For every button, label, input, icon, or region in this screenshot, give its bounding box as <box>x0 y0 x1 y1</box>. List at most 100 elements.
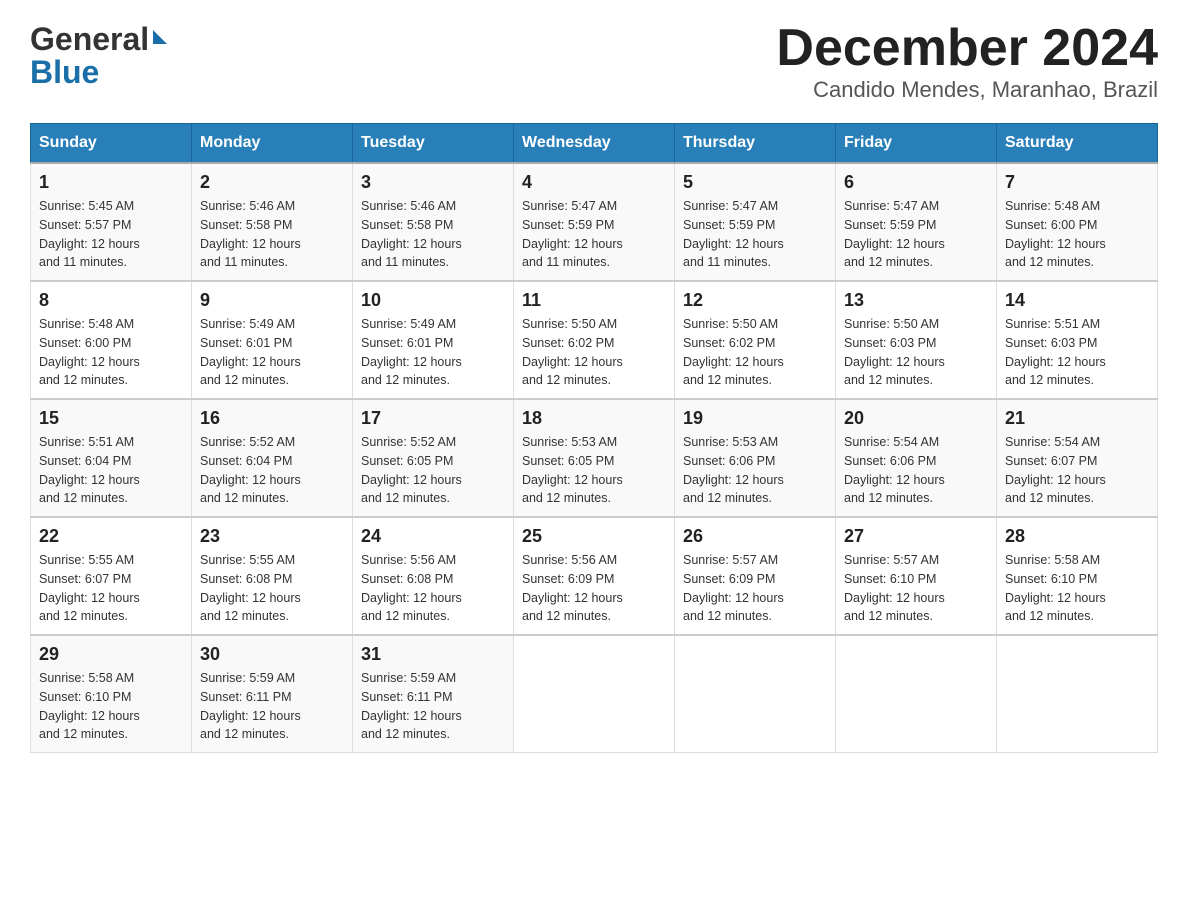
calendar-cell: 11 Sunrise: 5:50 AMSunset: 6:02 PMDaylig… <box>514 281 675 399</box>
calendar-cell: 2 Sunrise: 5:46 AMSunset: 5:58 PMDayligh… <box>192 163 353 281</box>
day-number: 16 <box>200 408 344 429</box>
day-info: Sunrise: 5:56 AMSunset: 6:08 PMDaylight:… <box>361 553 462 623</box>
calendar-cell: 7 Sunrise: 5:48 AMSunset: 6:00 PMDayligh… <box>997 163 1158 281</box>
day-info: Sunrise: 5:49 AMSunset: 6:01 PMDaylight:… <box>361 317 462 387</box>
calendar-cell <box>997 635 1158 753</box>
month-year-title: December 2024 <box>776 20 1158 77</box>
logo-blue-text: Blue <box>30 58 167 87</box>
day-number: 14 <box>1005 290 1149 311</box>
header-saturday: Saturday <box>997 124 1158 164</box>
calendar-cell: 10 Sunrise: 5:49 AMSunset: 6:01 PMDaylig… <box>353 281 514 399</box>
day-number: 28 <box>1005 526 1149 547</box>
calendar-cell: 14 Sunrise: 5:51 AMSunset: 6:03 PMDaylig… <box>997 281 1158 399</box>
calendar-cell: 20 Sunrise: 5:54 AMSunset: 6:06 PMDaylig… <box>836 399 997 517</box>
day-number: 12 <box>683 290 827 311</box>
calendar-cell: 22 Sunrise: 5:55 AMSunset: 6:07 PMDaylig… <box>31 517 192 635</box>
day-info: Sunrise: 5:59 AMSunset: 6:11 PMDaylight:… <box>361 671 462 741</box>
logo-general-text: General <box>30 20 149 58</box>
day-number: 24 <box>361 526 505 547</box>
day-number: 17 <box>361 408 505 429</box>
day-number: 18 <box>522 408 666 429</box>
header-thursday: Thursday <box>675 124 836 164</box>
day-info: Sunrise: 5:58 AMSunset: 6:10 PMDaylight:… <box>39 671 140 741</box>
day-number: 7 <box>1005 172 1149 193</box>
day-number: 13 <box>844 290 988 311</box>
week-row-3: 15 Sunrise: 5:51 AMSunset: 6:04 PMDaylig… <box>31 399 1158 517</box>
page-header: General Blue December 2024 Candido Mende… <box>30 20 1158 103</box>
calendar-cell: 19 Sunrise: 5:53 AMSunset: 6:06 PMDaylig… <box>675 399 836 517</box>
day-info: Sunrise: 5:58 AMSunset: 6:10 PMDaylight:… <box>1005 553 1106 623</box>
day-info: Sunrise: 5:52 AMSunset: 6:04 PMDaylight:… <box>200 435 301 505</box>
calendar-cell: 8 Sunrise: 5:48 AMSunset: 6:00 PMDayligh… <box>31 281 192 399</box>
calendar-cell: 31 Sunrise: 5:59 AMSunset: 6:11 PMDaylig… <box>353 635 514 753</box>
day-info: Sunrise: 5:54 AMSunset: 6:07 PMDaylight:… <box>1005 435 1106 505</box>
day-number: 19 <box>683 408 827 429</box>
day-info: Sunrise: 5:50 AMSunset: 6:02 PMDaylight:… <box>683 317 784 387</box>
day-number: 22 <box>39 526 183 547</box>
day-number: 31 <box>361 644 505 665</box>
location-subtitle: Candido Mendes, Maranhao, Brazil <box>776 77 1158 103</box>
calendar-cell: 24 Sunrise: 5:56 AMSunset: 6:08 PMDaylig… <box>353 517 514 635</box>
day-info: Sunrise: 5:49 AMSunset: 6:01 PMDaylight:… <box>200 317 301 387</box>
day-info: Sunrise: 5:55 AMSunset: 6:07 PMDaylight:… <box>39 553 140 623</box>
day-number: 23 <box>200 526 344 547</box>
calendar-cell <box>514 635 675 753</box>
day-info: Sunrise: 5:57 AMSunset: 6:10 PMDaylight:… <box>844 553 945 623</box>
header-wednesday: Wednesday <box>514 124 675 164</box>
calendar-cell: 6 Sunrise: 5:47 AMSunset: 5:59 PMDayligh… <box>836 163 997 281</box>
header-monday: Monday <box>192 124 353 164</box>
calendar-cell: 23 Sunrise: 5:55 AMSunset: 6:08 PMDaylig… <box>192 517 353 635</box>
day-info: Sunrise: 5:46 AMSunset: 5:58 PMDaylight:… <box>200 199 301 269</box>
day-number: 25 <box>522 526 666 547</box>
day-number: 1 <box>39 172 183 193</box>
week-row-1: 1 Sunrise: 5:45 AMSunset: 5:57 PMDayligh… <box>31 163 1158 281</box>
calendar-cell: 28 Sunrise: 5:58 AMSunset: 6:10 PMDaylig… <box>997 517 1158 635</box>
day-info: Sunrise: 5:51 AMSunset: 6:03 PMDaylight:… <box>1005 317 1106 387</box>
day-info: Sunrise: 5:59 AMSunset: 6:11 PMDaylight:… <box>200 671 301 741</box>
day-info: Sunrise: 5:51 AMSunset: 6:04 PMDaylight:… <box>39 435 140 505</box>
calendar-cell: 15 Sunrise: 5:51 AMSunset: 6:04 PMDaylig… <box>31 399 192 517</box>
day-number: 6 <box>844 172 988 193</box>
day-info: Sunrise: 5:47 AMSunset: 5:59 PMDaylight:… <box>683 199 784 269</box>
header-friday: Friday <box>836 124 997 164</box>
day-info: Sunrise: 5:50 AMSunset: 6:02 PMDaylight:… <box>522 317 623 387</box>
day-info: Sunrise: 5:50 AMSunset: 6:03 PMDaylight:… <box>844 317 945 387</box>
day-number: 29 <box>39 644 183 665</box>
header-sunday: Sunday <box>31 124 192 164</box>
calendar-cell <box>675 635 836 753</box>
calendar-cell: 18 Sunrise: 5:53 AMSunset: 6:05 PMDaylig… <box>514 399 675 517</box>
day-number: 20 <box>844 408 988 429</box>
day-number: 9 <box>200 290 344 311</box>
week-row-4: 22 Sunrise: 5:55 AMSunset: 6:07 PMDaylig… <box>31 517 1158 635</box>
calendar-cell: 26 Sunrise: 5:57 AMSunset: 6:09 PMDaylig… <box>675 517 836 635</box>
day-number: 30 <box>200 644 344 665</box>
logo-arrow-icon <box>153 30 167 44</box>
calendar-cell: 27 Sunrise: 5:57 AMSunset: 6:10 PMDaylig… <box>836 517 997 635</box>
day-number: 3 <box>361 172 505 193</box>
day-number: 4 <box>522 172 666 193</box>
day-number: 26 <box>683 526 827 547</box>
day-info: Sunrise: 5:52 AMSunset: 6:05 PMDaylight:… <box>361 435 462 505</box>
calendar-cell: 12 Sunrise: 5:50 AMSunset: 6:02 PMDaylig… <box>675 281 836 399</box>
day-number: 27 <box>844 526 988 547</box>
title-section: December 2024 Candido Mendes, Maranhao, … <box>776 20 1158 103</box>
calendar-cell: 5 Sunrise: 5:47 AMSunset: 5:59 PMDayligh… <box>675 163 836 281</box>
calendar-cell: 25 Sunrise: 5:56 AMSunset: 6:09 PMDaylig… <box>514 517 675 635</box>
day-number: 8 <box>39 290 183 311</box>
calendar-table: Sunday Monday Tuesday Wednesday Thursday… <box>30 123 1158 753</box>
day-info: Sunrise: 5:45 AMSunset: 5:57 PMDaylight:… <box>39 199 140 269</box>
day-info: Sunrise: 5:53 AMSunset: 6:06 PMDaylight:… <box>683 435 784 505</box>
day-info: Sunrise: 5:55 AMSunset: 6:08 PMDaylight:… <box>200 553 301 623</box>
day-info: Sunrise: 5:46 AMSunset: 5:58 PMDaylight:… <box>361 199 462 269</box>
calendar-cell: 1 Sunrise: 5:45 AMSunset: 5:57 PMDayligh… <box>31 163 192 281</box>
day-info: Sunrise: 5:53 AMSunset: 6:05 PMDaylight:… <box>522 435 623 505</box>
day-info: Sunrise: 5:54 AMSunset: 6:06 PMDaylight:… <box>844 435 945 505</box>
calendar-cell: 30 Sunrise: 5:59 AMSunset: 6:11 PMDaylig… <box>192 635 353 753</box>
logo: General Blue <box>30 20 167 87</box>
day-number: 5 <box>683 172 827 193</box>
calendar-cell: 16 Sunrise: 5:52 AMSunset: 6:04 PMDaylig… <box>192 399 353 517</box>
day-info: Sunrise: 5:47 AMSunset: 5:59 PMDaylight:… <box>522 199 623 269</box>
day-number: 11 <box>522 290 666 311</box>
day-info: Sunrise: 5:48 AMSunset: 6:00 PMDaylight:… <box>39 317 140 387</box>
calendar-cell: 4 Sunrise: 5:47 AMSunset: 5:59 PMDayligh… <box>514 163 675 281</box>
